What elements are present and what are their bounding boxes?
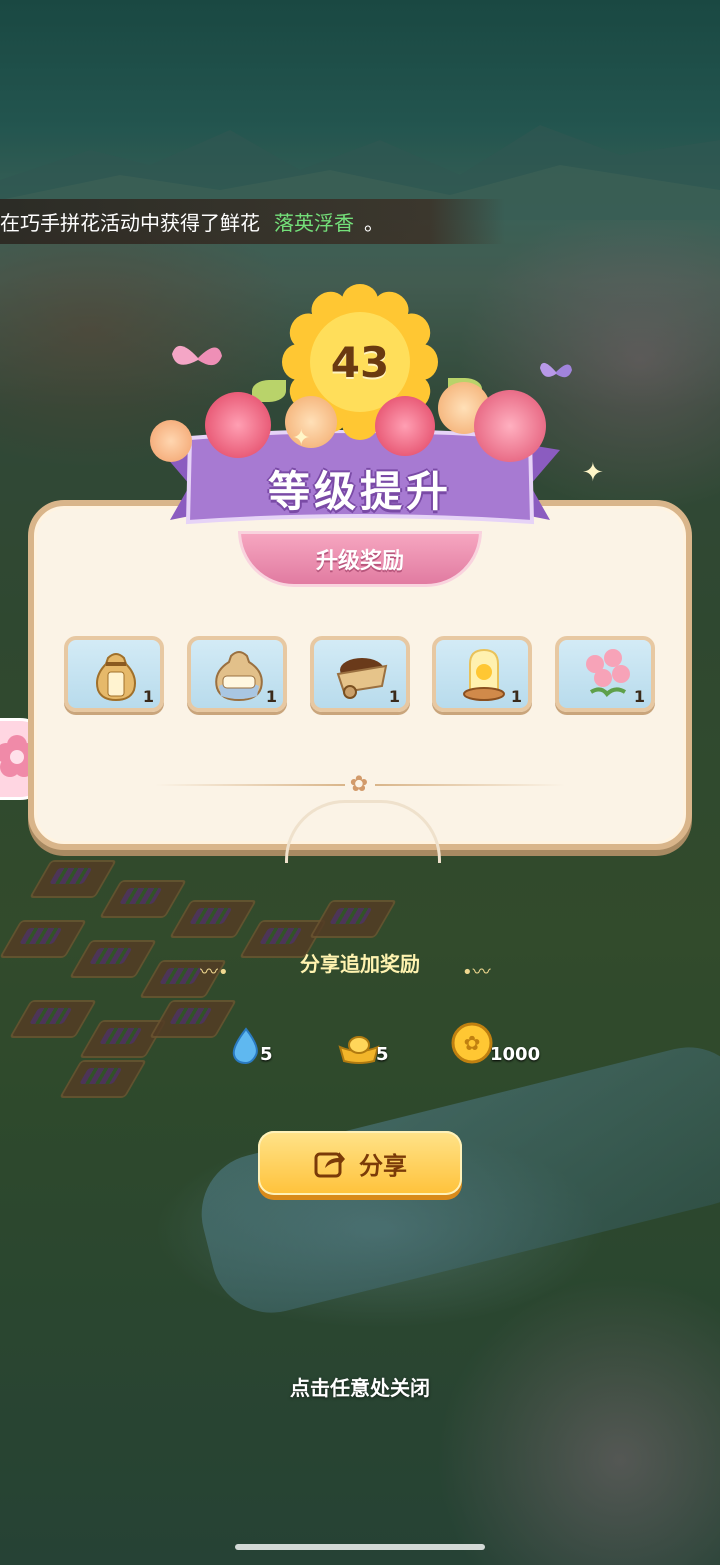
share-icon <box>314 1152 345 1178</box>
reward-item-sun-jar[interactable]: 1 <box>432 636 532 712</box>
notification-flower-name: 落英浮香 <box>274 211 354 235</box>
reward-count: 1 <box>633 687 645 706</box>
share-reward-ingot: 5 <box>336 1025 389 1065</box>
level-number: 43 <box>330 338 390 387</box>
rose-decoration <box>205 392 271 458</box>
reward-item-pink-roses[interactable]: 1 <box>555 636 655 712</box>
reward-count: 1 <box>510 687 522 706</box>
sun-jar-icon <box>463 648 505 701</box>
reward-count: 1 <box>388 687 400 706</box>
sulfur-sack-icon <box>96 653 136 702</box>
reward-count: 1 <box>265 687 277 706</box>
water-amount: 5 <box>260 1044 273 1065</box>
rose-decoration <box>474 390 546 462</box>
swirl-decoration: •〰 <box>462 962 491 983</box>
gold-coin-icon: ✿ <box>451 1022 493 1064</box>
notification-text: 在巧手拼花活动中获得了鲜花 <box>0 211 260 235</box>
notification-banner: 在巧手拼花活动中获得了鲜花 落英浮香 。 <box>0 199 505 244</box>
reward-item-shell-powder[interactable]: 1 <box>187 636 287 712</box>
divider <box>155 784 345 786</box>
svg-text:✿: ✿ <box>464 1031 481 1055</box>
notification-suffix: 。 <box>364 211 384 235</box>
share-reward-water: 5 <box>226 1025 273 1065</box>
sparkle-icon: ✦ <box>582 458 604 488</box>
coin-amount: 1000 <box>490 1044 541 1065</box>
swirl-decoration: 〰• <box>200 962 229 983</box>
butterfly-icon <box>540 362 572 378</box>
home-indicator[interactable] <box>235 1544 485 1550</box>
share-button-label: 分享 <box>359 1151 407 1180</box>
rose-decoration <box>150 420 192 462</box>
ingot-amount: 5 <box>376 1044 389 1065</box>
level-up-title: 等级提升 <box>267 467 452 516</box>
butterfly-icon <box>172 345 222 366</box>
pink-roses-icon <box>586 649 630 698</box>
reward-item-sulfur[interactable]: 1 <box>64 636 164 712</box>
reward-item-peat-soil[interactable]: 1 <box>310 636 410 712</box>
peat-soil-cart-icon <box>336 658 388 699</box>
divider-flower-icon: ✿ <box>349 772 369 797</box>
sparkle-icon: ✦ <box>292 426 311 451</box>
divider <box>375 784 565 786</box>
close-hint: 点击任意处关闭 <box>290 1376 430 1400</box>
share-reward-coin: ✿ 1000 <box>450 1022 541 1065</box>
rose-decoration <box>375 396 435 456</box>
rewards-label: 升级奖励 <box>315 549 404 574</box>
share-bonus-title: 分享追加奖励 <box>300 952 420 976</box>
share-button[interactable]: 分享 <box>258 1131 462 1195</box>
reward-count: 1 <box>142 687 154 706</box>
shell-powder-sack-icon <box>215 651 263 702</box>
